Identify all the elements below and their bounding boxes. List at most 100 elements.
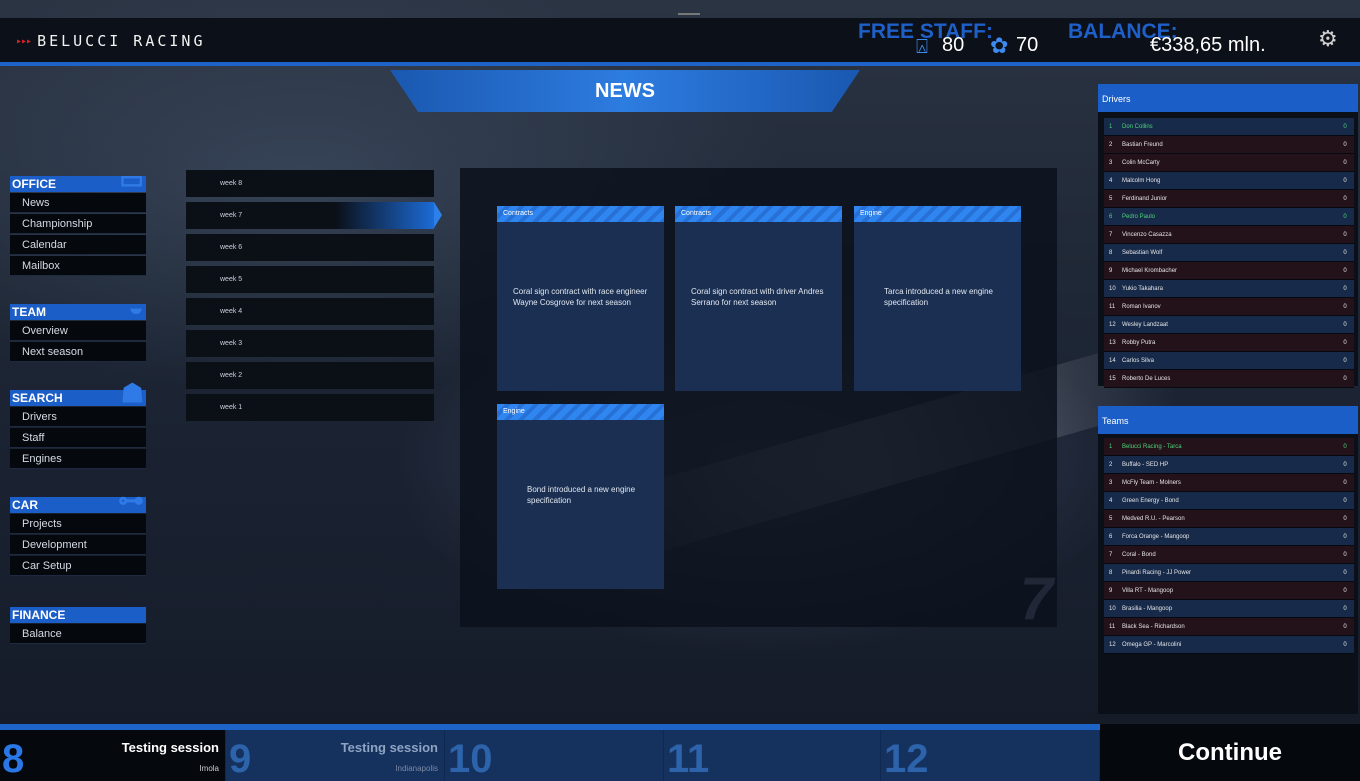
menu-item-news[interactable]: News [10,193,146,213]
day-location: Indianapolis [395,764,438,773]
menu-header-team: TEAM ◒ [10,294,146,320]
menu-section-search: SEARCH ☗ Drivers Staff Engines [10,380,146,469]
day-number: 9 [229,737,252,781]
logo-text: BELUCCI RACING [37,32,206,50]
day-number: 10 [448,737,493,781]
week-item-selected[interactable]: week 7 [186,202,442,229]
menu-item-overview[interactable]: Overview [10,321,146,341]
week-item[interactable]: week 5 [186,266,434,293]
standings-row[interactable]: 5 Ferdinand Junior 0 [1104,190,1354,208]
standings-row[interactable]: 11 Black Sea - Richardson 0 [1104,618,1354,636]
menu-header-label: FINANCE [12,608,66,622]
day-event: Testing session [340,740,438,755]
person-icon: ☗ [120,378,144,408]
gear-icon: ✿ [990,33,1009,58]
news-category: Engine [854,206,1021,222]
week-item[interactable]: week 2 [186,362,434,389]
monitor-icon: ▭ [119,164,144,194]
calendar-day[interactable]: 10 [446,730,664,781]
menu-item-championship[interactable]: Championship [10,214,146,234]
week-item[interactable]: week 3 [186,330,434,357]
news-text: Coral sign contract with driver Andres S… [691,287,824,307]
menu-item-staff[interactable]: Staff [10,428,146,448]
menu-item-development[interactable]: Development [10,535,146,555]
standings-row[interactable]: 12 Wesley Landzaat 0 [1104,316,1354,334]
news-card[interactable]: Engine Bond introduced a new engine spec… [497,404,664,589]
standings-row[interactable]: 1 Belucci Racing - Tarca 0 [1104,438,1354,456]
menu-item-next-season[interactable]: Next season [10,342,146,362]
drivers-standings: Drivers 1 Don Collins 0 2 Bastian Freund 0 3… [1098,84,1358,388]
menu-section-team: TEAM ◒ Overview Next season [10,294,146,362]
standings-row[interactable]: 2 Bastian Freund 0 [1104,136,1354,154]
calendar-day[interactable]: 9 Testing session Indianapolis [227,730,445,781]
menu-item-engines[interactable]: Engines [10,449,146,469]
menu-header-search: SEARCH ☗ [10,380,146,406]
news-panel: Contracts Coral sign contract with race … [460,168,1057,632]
menu-item-balance[interactable]: Balance [10,624,146,644]
window-grip[interactable] [678,13,700,15]
standings-row[interactable]: 1 Don Collins 0 [1104,118,1354,136]
week-list: week 8 week 7 week 6 week 5 week 4 week … [186,170,442,426]
standings-row[interactable]: 3 McFly Team - Molners 0 [1104,474,1354,492]
standings-row[interactable]: 7 Vincenzo Casazza 0 [1104,226,1354,244]
team-logo: ▸▸▸ BELUCCI RACING [16,30,206,52]
menu-item-car-setup[interactable]: Car Setup [10,556,146,576]
week-item[interactable]: week 6 [186,234,434,261]
standings-row[interactable]: 10 Brasilia - Mangoop 0 [1104,600,1354,618]
standings-row[interactable]: 13 Robby Putra 0 [1104,334,1354,352]
menu-item-calendar[interactable]: Calendar [10,235,146,255]
standings-row[interactable]: 3 Colin McCarty 0 [1104,154,1354,172]
calendar-day[interactable]: 12 [882,730,1100,781]
news-category: Engine [497,404,664,420]
standings-row[interactable]: 9 Villa RT - Mangoop 0 [1104,582,1354,600]
news-category: Contracts [497,206,664,222]
menu-item-drivers[interactable]: Drivers [10,407,146,427]
continue-button[interactable]: Continue [1100,724,1360,781]
news-card[interactable]: Contracts Coral sign contract with race … [497,206,664,391]
standings-row[interactable]: 14 Carlos Silva 0 [1104,352,1354,370]
day-location: Imola [199,764,219,773]
calendar-day-current[interactable]: 8 Testing session Imola [0,730,226,781]
day-number: 8 [2,737,25,781]
standings-row[interactable]: 6 Forca Orange - Mangoop 0 [1104,528,1354,546]
standings-row[interactable]: 2 Buffalo - SED HP 0 [1104,456,1354,474]
week-item[interactable]: week 8 [186,170,434,197]
day-number: 12 [884,737,929,781]
standings-row[interactable]: 11 Roman Ivanov 0 [1104,298,1354,316]
teams-standings: Teams 1 Belucci Racing - Tarca 0 2 Buffalo … [1098,406,1358,714]
menu-header-label: OFFICE [12,177,56,191]
top-bar-accent [0,62,1360,66]
standings-row[interactable]: 10 Yukio Takahara 0 [1104,280,1354,298]
news-card[interactable]: Engine Tarca introduced a new engine spe… [854,206,1021,391]
menu-section-finance: FINANCE Balance [10,607,146,644]
news-text: Coral sign contract with race engineer W… [513,287,648,307]
standings-row[interactable]: 7 Coral - Bond 0 [1104,546,1354,564]
menu-item-projects[interactable]: Projects [10,514,146,534]
news-card[interactable]: Contracts Coral sign contract with drive… [675,206,842,391]
day-number: 11 [667,737,710,781]
menu-header-car: CAR ⊶ [10,487,146,513]
news-text: Bond introduced a new engine specificati… [527,485,636,505]
week-item[interactable]: week 4 [186,298,434,325]
standings-row[interactable]: 6 Pedro Paulo 0 [1104,208,1354,226]
standings-row[interactable]: 9 Michael Krombacher 0 [1104,262,1354,280]
standings-row[interactable]: 4 Malcolm Hong 0 [1104,172,1354,190]
race-car-icon: ⊶ [118,485,144,515]
standings-row[interactable]: 12 Omega GP - Marcolini 0 [1104,636,1354,654]
standings-row[interactable]: 5 Medved R.U. - Pearson 0 [1104,510,1354,528]
week-item[interactable]: week 1 [186,394,434,421]
calendar-day[interactable]: 11 [665,730,881,781]
standings-row[interactable]: 4 Green Energy - Bond 0 [1104,492,1354,510]
day-event: Testing session [121,740,219,755]
standings-row[interactable]: 8 Pinardi Racing - JJ Power 0 [1104,564,1354,582]
drivers-title: Drivers [1098,84,1358,112]
news-category: Contracts [675,206,842,222]
menu-header-office: OFFICE ▭ [10,166,146,192]
settings-icon[interactable]: ⚙ [1318,26,1338,52]
standings-row[interactable]: 8 Sebastian Wolf 0 [1104,244,1354,262]
menu-section-car: CAR ⊶ Projects Development Car Setup [10,487,146,576]
logo-arrows: ▸▸▸ [16,35,32,47]
news-text: Tarca introduced a new engine specificat… [884,287,993,307]
menu-item-mailbox[interactable]: Mailbox [10,256,146,276]
standings-row[interactable]: 15 Roberto De Luces 0 [1104,370,1354,388]
